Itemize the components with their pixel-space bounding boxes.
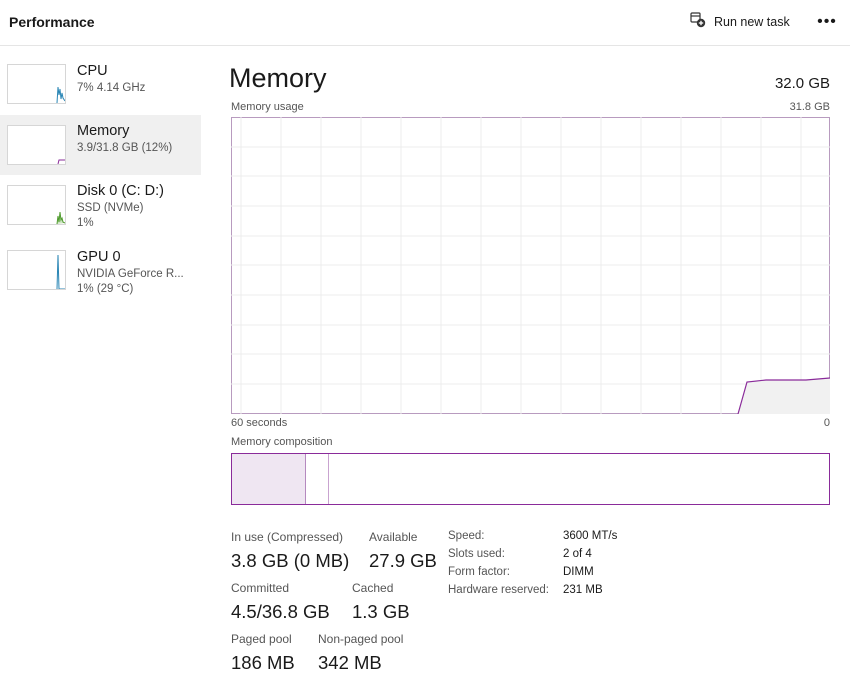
- page-title: Performance: [9, 14, 95, 30]
- sidebar-item-detail: 7% 4.14 GHz: [77, 82, 146, 94]
- composition-in-use: [232, 454, 306, 504]
- sidebar-item-label: Memory: [77, 123, 130, 139]
- hardware-reserved-label: Hardware reserved:: [448, 584, 549, 596]
- composition-modified: [328, 454, 329, 504]
- usage-graph-label: Memory usage: [231, 101, 304, 113]
- speed-label: Speed:: [448, 530, 485, 542]
- sidebar-item-detail: 3.9/31.8 GB (12%): [77, 142, 173, 154]
- non-paged-pool-value: 342 MB: [318, 652, 382, 673]
- slots-used-value: 2 of 4: [563, 548, 592, 560]
- form-factor-value: DIMM: [563, 566, 594, 578]
- gpu-mini-graph: [7, 250, 66, 290]
- cached-label: Cached: [352, 581, 394, 595]
- paged-pool-label: Paged pool: [231, 632, 292, 646]
- hardware-reserved-value: 231 MB: [563, 584, 603, 596]
- cached-value: 1.3 GB: [352, 601, 410, 622]
- in-use-label: In use (Compressed): [231, 530, 344, 544]
- sidebar-item-disk[interactable]: Disk 0 (C: D:) SSD (NVMe) 1%: [0, 178, 201, 238]
- available-label: Available: [369, 530, 418, 544]
- sidebar-item-label: CPU: [77, 63, 108, 79]
- run-new-task-button[interactable]: Run new task: [690, 10, 790, 34]
- committed-value: 4.5/36.8 GB: [231, 601, 330, 622]
- slots-used-label: Slots used:: [448, 548, 505, 560]
- sidebar-item-label: GPU 0: [77, 249, 121, 265]
- in-use-value: 3.8 GB (0 MB): [231, 550, 350, 571]
- total-memory: 32.0 GB: [774, 75, 830, 92]
- sidebar-item-detail: NVIDIA GeForce R...: [77, 268, 184, 280]
- sidebar-item-gpu[interactable]: GPU 0 NVIDIA GeForce R... 1% (29 °C): [0, 244, 201, 304]
- section-title: Memory: [229, 63, 327, 93]
- graph-x-left-label: 60 seconds: [231, 417, 288, 429]
- sidebar-item-label: Disk 0 (C: D:): [77, 183, 164, 199]
- speed-value: 3600 MT/s: [563, 530, 618, 542]
- run-task-icon: [690, 11, 706, 33]
- paged-pool-value: 186 MB: [231, 652, 295, 673]
- memory-mini-graph: [7, 125, 66, 165]
- available-value: 27.9 GB: [369, 550, 437, 571]
- cpu-mini-graph: [7, 64, 66, 104]
- non-paged-pool-label: Non-paged pool: [318, 632, 404, 646]
- sidebar-item-detail: SSD (NVMe): [77, 202, 144, 214]
- run-task-label: Run new task: [714, 15, 790, 29]
- memory-composition-bar: [231, 453, 830, 505]
- ellipsis-icon[interactable]: •••: [815, 10, 839, 34]
- graph-x-right-label: 0: [823, 417, 830, 429]
- disk-mini-graph: [7, 185, 66, 225]
- composition-label: Memory composition: [231, 436, 333, 448]
- sidebar-item-cpu[interactable]: CPU 7% 4.14 GHz: [0, 58, 201, 112]
- usage-graph-max: 31.8 GB: [789, 101, 830, 113]
- sidebar-item-detail: 1%: [77, 217, 94, 229]
- sidebar-item-memory[interactable]: Memory 3.9/31.8 GB (12%): [0, 115, 201, 175]
- memory-usage-graph: [231, 117, 830, 414]
- sidebar-item-detail: 1% (29 °C): [77, 283, 134, 295]
- form-factor-label: Form factor:: [448, 566, 510, 578]
- committed-label: Committed: [231, 581, 290, 595]
- header-bar: Performance Run new task •••: [0, 0, 850, 46]
